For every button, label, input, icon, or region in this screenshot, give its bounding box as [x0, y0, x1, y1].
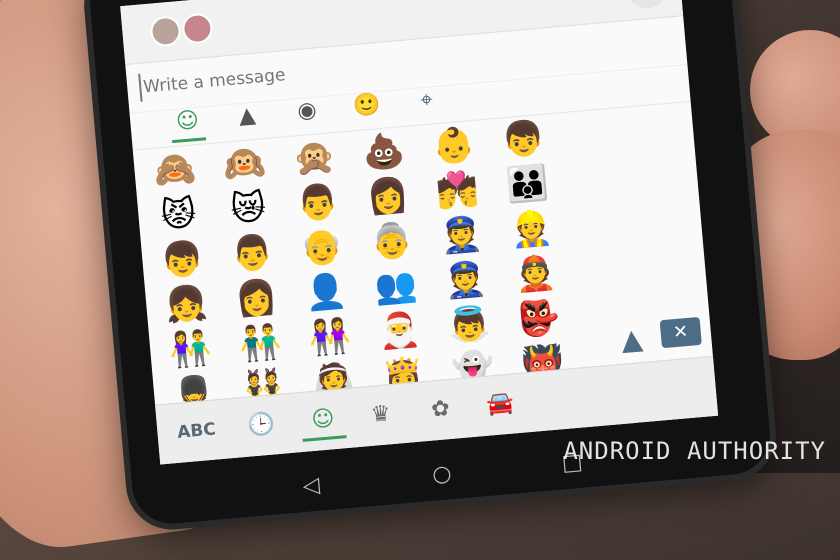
tab-camera[interactable]: ◉: [289, 93, 326, 130]
avatar[interactable]: [181, 12, 214, 45]
emoji-cell[interactable]: 👲: [511, 252, 559, 300]
emoji-cell[interactable]: 👦: [159, 238, 207, 286]
abc-button[interactable]: ABC: [170, 412, 223, 450]
emoji-cell[interactable]: 👺: [515, 297, 563, 345]
tab-photos[interactable]: ▲: [229, 98, 266, 135]
avatar[interactable]: [149, 15, 182, 48]
emoji-cell[interactable]: 🙊: [290, 136, 338, 184]
emoji-cell[interactable]: 👤: [302, 271, 350, 319]
emoji-cell[interactable]: 🙉: [221, 142, 269, 190]
watermark: ANDROID AUTHORITY: [563, 437, 826, 465]
emoji-cell[interactable]: 💩: [360, 130, 408, 178]
emoji-cell[interactable]: 👫: [167, 328, 215, 376]
smiley-category-icon[interactable]: ☺: [299, 401, 347, 442]
sticker-icon[interactable]: 🙂: [348, 88, 385, 125]
emoji-cell[interactable]: 👮: [442, 258, 490, 306]
emoji-cell[interactable]: 👨: [294, 181, 342, 229]
emoji-cell[interactable]: 👩: [364, 175, 412, 223]
phone-screen: ➤ ☺ ▲ ◉ 🙂 ⌖ 🙈 🙉 🙊 💩 👶 👦 😾 😿 👨 👩 💏 👪 �: [120, 0, 719, 465]
emoji-cell[interactable]: 👷: [508, 207, 556, 255]
car-icon[interactable]: 🚘: [479, 386, 522, 423]
recent-icon[interactable]: 🕒: [240, 407, 283, 444]
send-button[interactable]: ➤: [624, 0, 669, 10]
emoji-cell[interactable]: 👶: [430, 124, 478, 172]
shift-icon[interactable]: ▲: [620, 322, 644, 357]
emoji-cell[interactable]: 👥: [372, 264, 420, 312]
emoji-cell[interactable]: 🙈: [151, 148, 199, 196]
emoji-cell[interactable]: 👬: [236, 321, 284, 369]
emoji-cell[interactable]: 👩: [233, 277, 281, 325]
back-icon[interactable]: ◁: [302, 473, 321, 499]
emoji-cell[interactable]: 👮: [438, 213, 486, 261]
emoji-cell[interactable]: 🎅: [376, 309, 424, 357]
emoji-cell[interactable]: 👵: [368, 220, 416, 268]
emoji-cell[interactable]: 😿: [225, 187, 273, 235]
backspace-button[interactable]: ✕: [659, 316, 702, 349]
tab-smileys[interactable]: ☺: [169, 103, 207, 144]
emoji-cell[interactable]: 👴: [298, 226, 346, 274]
emoji-cell[interactable]: 👼: [446, 303, 494, 351]
emoji-grid: 🙈 🙉 🙊 💩 👶 👦 😾 😿 👨 👩 💏 👪 👦 👨 👴 👵 👮 👷 👧 👩 …: [151, 105, 711, 416]
emoji-cell[interactable]: 👭: [306, 315, 354, 363]
location-icon[interactable]: ⌖: [408, 82, 445, 119]
crown-icon[interactable]: ♛: [359, 396, 402, 433]
emoji-cell[interactable]: 💏: [434, 169, 482, 217]
emoji-cell[interactable]: 👪: [504, 163, 552, 211]
home-icon[interactable]: ○: [431, 461, 452, 488]
flower-icon[interactable]: ✿: [419, 391, 462, 428]
emoji-cell[interactable]: 👨: [229, 232, 277, 280]
emoji-cell[interactable]: 😾: [155, 193, 203, 241]
emoji-cell[interactable]: 👧: [163, 283, 211, 331]
emoji-cell[interactable]: 👦: [500, 118, 548, 166]
